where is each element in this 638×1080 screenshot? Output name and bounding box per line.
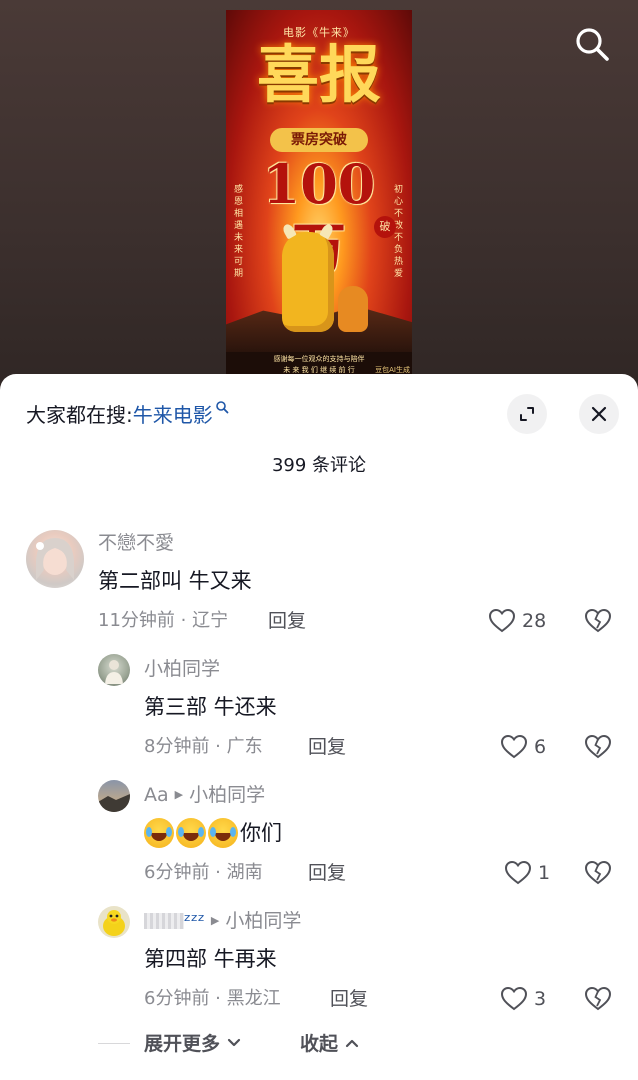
broken-heart-icon xyxy=(584,734,612,759)
search-icon xyxy=(576,28,609,61)
hot-search-term[interactable]: 牛来电影 xyxy=(133,403,213,427)
like-button[interactable]: 1 xyxy=(504,860,550,886)
reply-to-user: 小柏同学 xyxy=(225,910,302,932)
video-area[interactable]: 电影《牛来》 喜报 票房突破 100万 感恩相遇 未来可期 初心不改 不负热爱 … xyxy=(0,0,638,400)
reply-author-blurred xyxy=(144,913,184,929)
expand-more-label: 展开更多 xyxy=(144,1033,221,1055)
like-button[interactable]: 6 xyxy=(500,734,546,760)
avatar[interactable] xyxy=(98,906,130,938)
heart-icon xyxy=(488,608,516,633)
heart-icon xyxy=(504,860,532,885)
divider-line xyxy=(98,1043,130,1044)
chevron-up-icon xyxy=(345,1039,358,1048)
comment-time-location: 11分钟前 · 辽宁 xyxy=(98,610,229,631)
reply-time-location: 6分钟前 · 黑龙江 xyxy=(144,988,281,1009)
comment-text: 第二部叫 牛又来 xyxy=(98,569,252,593)
comment-item: 不戀不愛 第二部叫 牛又来 11分钟前 · 辽宁 回复 28 xyxy=(0,528,638,638)
chevron-down-icon xyxy=(227,1038,240,1047)
reply-button[interactable]: 回复 xyxy=(268,608,306,634)
replies-footer: 展开更多 收起 xyxy=(0,1026,638,1062)
avatar[interactable] xyxy=(26,530,84,588)
search-icon xyxy=(215,401,229,414)
broken-heart-icon xyxy=(584,860,612,885)
movie-poster[interactable]: 电影《牛来》 喜报 票房突破 100万 感恩相遇 未来可期 初心不改 不负热爱 … xyxy=(226,10,412,382)
search-button[interactable] xyxy=(572,24,612,64)
close-button[interactable] xyxy=(579,394,619,434)
like-button[interactable]: 28 xyxy=(488,608,546,634)
expand-icon xyxy=(520,407,534,421)
like-count: 3 xyxy=(534,988,547,1010)
expand-button[interactable] xyxy=(507,394,547,434)
poster-footer-line1: 感谢每一位观众的支持与陪伴 xyxy=(273,355,365,363)
avatar[interactable] xyxy=(98,654,130,686)
reply-text-content: 你们 xyxy=(240,821,282,845)
comment-username[interactable]: 不戀不愛 xyxy=(98,530,174,556)
reply-text: 第四部 牛再来 xyxy=(144,947,277,971)
laughing-crying-emoji-icon xyxy=(208,818,238,848)
reply-arrow-icon: ▶ xyxy=(174,788,184,801)
bull-character-small xyxy=(338,286,368,332)
like-count: 1 xyxy=(538,862,551,884)
poster-side-left: 感恩相遇 未来可期 xyxy=(234,185,244,279)
collapse-button[interactable]: 收起 xyxy=(300,1030,359,1058)
reply-text: 你们 xyxy=(144,818,282,848)
reply-button[interactable]: 回复 xyxy=(308,734,346,760)
avatar-portrait xyxy=(36,538,74,580)
broken-heart-icon xyxy=(584,608,612,633)
bull-character-large xyxy=(282,232,334,332)
dislike-button[interactable] xyxy=(584,860,612,890)
expand-more-button[interactable]: 展开更多 xyxy=(144,1030,241,1058)
avatar-duck xyxy=(103,910,125,936)
reply-time-location: 8分钟前 · 广东 xyxy=(144,736,263,757)
poster-banner: 票房突破 xyxy=(270,128,368,152)
like-button[interactable]: 3 xyxy=(500,986,546,1012)
like-count: 28 xyxy=(522,610,547,632)
avatar-landscape xyxy=(98,794,130,812)
dislike-button[interactable] xyxy=(584,608,612,638)
reply-arrow-icon: ▶ xyxy=(210,914,220,927)
hot-search-prefix: 大家都在搜: xyxy=(26,403,133,427)
collapse-label: 收起 xyxy=(300,1033,339,1055)
poster-stamp: 破 xyxy=(374,216,396,238)
poster-side-right: 初心不改 不负热爱 xyxy=(394,185,404,279)
sheet-header: 大家都在搜:牛来电影 399 条评论 xyxy=(0,374,638,476)
dislike-button[interactable] xyxy=(584,986,612,1016)
reply-button[interactable]: 回复 xyxy=(308,860,346,886)
reply-text: 第三部 牛还来 xyxy=(144,695,277,719)
heart-icon xyxy=(500,986,528,1011)
hot-search: 大家都在搜:牛来电影 xyxy=(26,400,229,430)
reply-author: Aa xyxy=(144,784,169,806)
reply-item: 小柏同学 第三部 牛还来 8分钟前 · 广东 回复 6 xyxy=(0,654,638,764)
reply-item: Aa ▶ 小柏同学 你们 6分钟前 · 湖南 回复 1 xyxy=(0,780,638,890)
laughing-crying-emoji-icon xyxy=(176,818,206,848)
like-count: 6 xyxy=(534,736,547,758)
poster-headline: 喜报 xyxy=(256,38,381,111)
avatar-figure xyxy=(105,660,123,684)
reply-author: ᶻᶻᶻ xyxy=(184,910,205,932)
reply-time-location: 6分钟前 · 湖南 xyxy=(144,862,263,883)
reply-item: ᶻᶻᶻ ▶ 小柏同学 第四部 牛再来 6分钟前 · 黑龙江 回复 3 xyxy=(0,906,638,1016)
avatar[interactable] xyxy=(98,780,130,812)
laughing-crying-emoji-icon xyxy=(144,818,174,848)
close-icon xyxy=(591,406,607,422)
reply-button[interactable]: 回复 xyxy=(330,986,368,1012)
reply-username[interactable]: 小柏同学 xyxy=(144,656,220,682)
reply-username[interactable]: ᶻᶻᶻ ▶ 小柏同学 xyxy=(144,908,301,934)
reply-to-user: 小柏同学 xyxy=(189,784,266,806)
heart-icon xyxy=(500,734,528,759)
comment-count: 399 条评论 xyxy=(271,455,367,476)
dislike-button[interactable] xyxy=(584,734,612,764)
reply-username[interactable]: Aa ▶ 小柏同学 xyxy=(144,782,265,808)
broken-heart-icon xyxy=(584,986,612,1011)
